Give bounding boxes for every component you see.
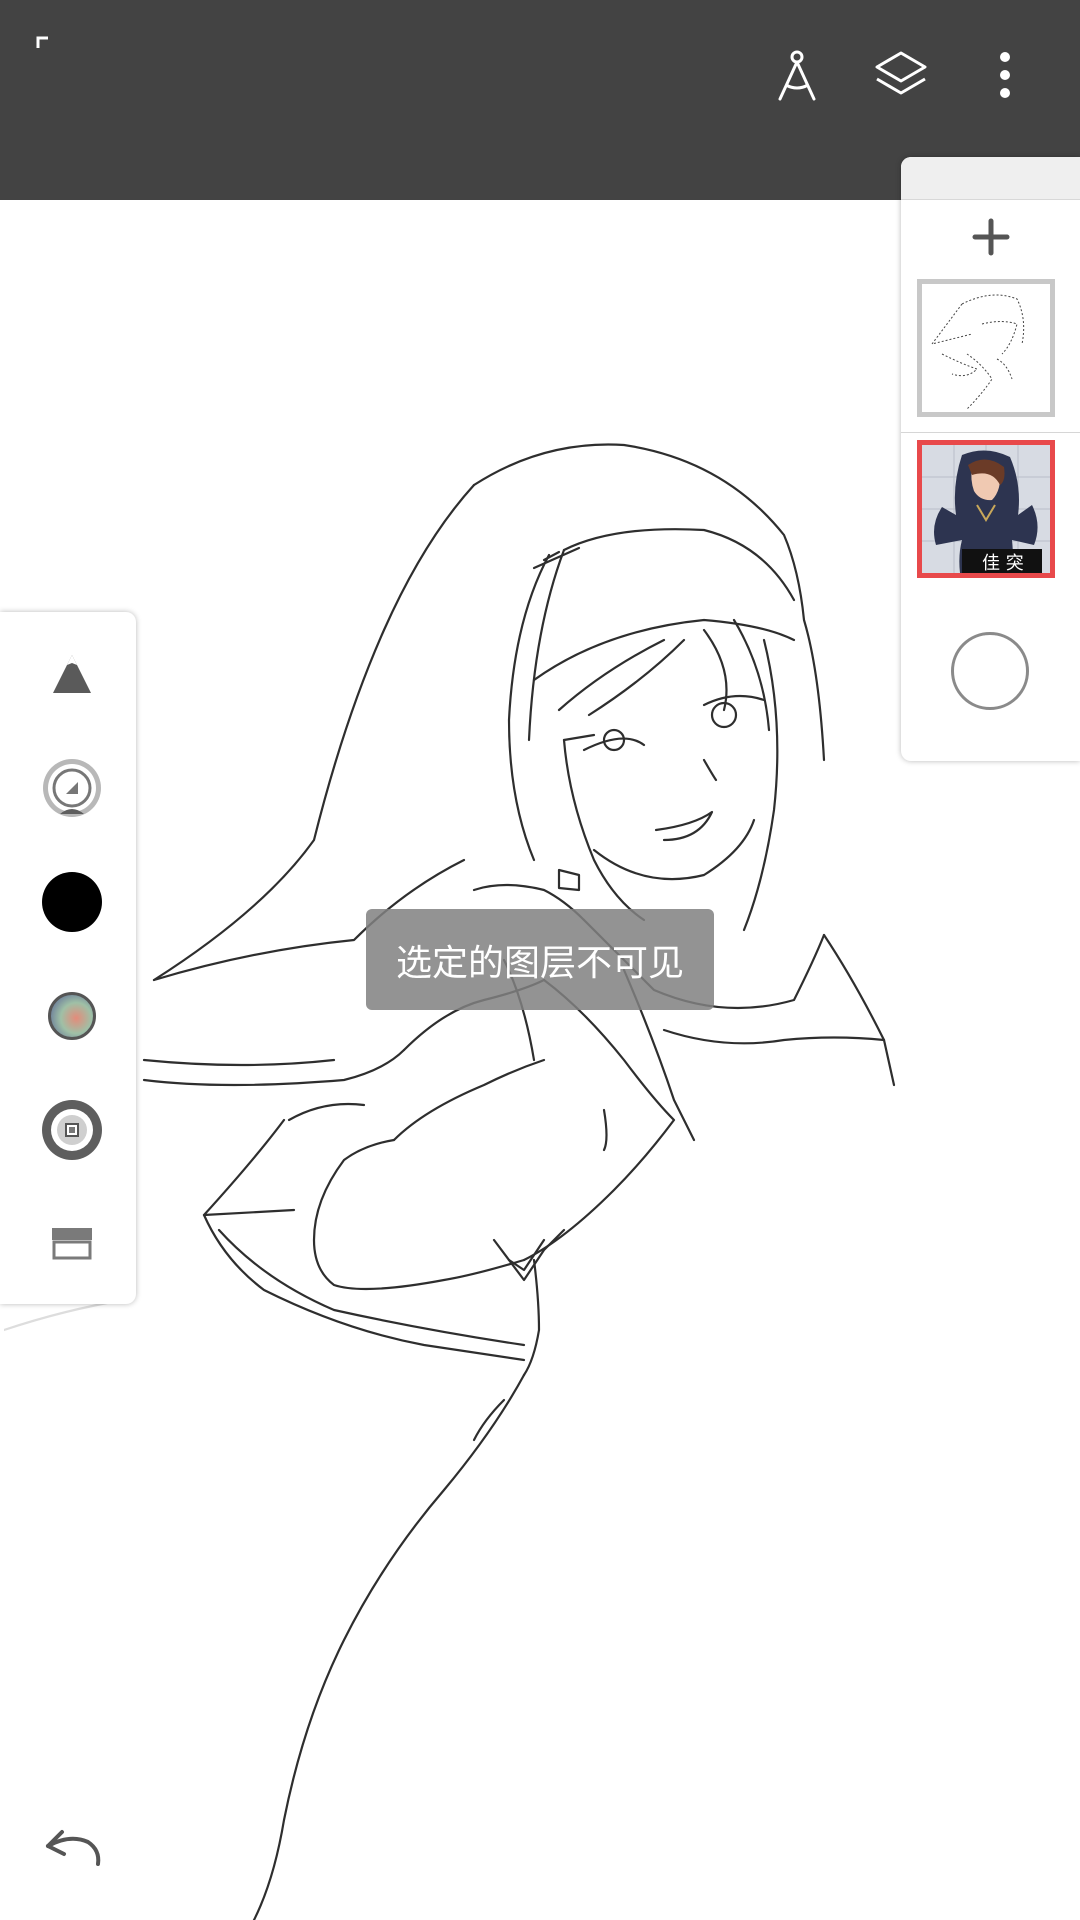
brush-shape-button[interactable] bbox=[38, 640, 106, 708]
layers-panel-header bbox=[901, 157, 1080, 200]
layers-icon bbox=[875, 51, 927, 95]
more-vert-icon bbox=[1000, 52, 1010, 98]
ruler-compass-icon bbox=[778, 50, 816, 101]
opacity-button[interactable] bbox=[38, 1096, 106, 1164]
opacity-icon bbox=[42, 1100, 102, 1160]
svg-text:佳 突: 佳 突 bbox=[982, 553, 1024, 573]
add-layer-button[interactable] bbox=[957, 203, 1025, 271]
color-picker-icon bbox=[48, 992, 96, 1040]
layers-button[interactable] bbox=[866, 40, 936, 110]
layer-separator bbox=[901, 432, 1080, 433]
more-options-button[interactable] bbox=[970, 40, 1040, 110]
color-picker-button[interactable] bbox=[38, 982, 106, 1050]
sketch-thumbnail-image bbox=[930, 294, 1025, 410]
color-swatch-icon bbox=[42, 872, 102, 932]
color-swatch-button[interactable] bbox=[38, 868, 106, 936]
brush-size-icon bbox=[43, 759, 101, 817]
fill-icon bbox=[52, 1228, 92, 1260]
left-tool-panel bbox=[0, 612, 136, 1304]
layer-mode-button[interactable] bbox=[951, 632, 1029, 710]
layers-panel: 佳 突 bbox=[901, 157, 1080, 761]
reference-thumbnail-image: 佳 突 bbox=[922, 445, 1050, 573]
fill-button[interactable] bbox=[38, 1210, 106, 1278]
layer-thumbnail-sketch[interactable] bbox=[917, 279, 1055, 417]
ruler-compass-button[interactable] bbox=[762, 40, 832, 110]
corner-bracket-icon[interactable] bbox=[36, 36, 50, 50]
layer-thumbnail-reference[interactable]: 佳 突 bbox=[917, 440, 1055, 578]
undo-icon[interactable] bbox=[40, 1820, 104, 1876]
toast-message: 选定的图层不可见 bbox=[366, 909, 714, 1010]
brush-shape-icon bbox=[53, 655, 91, 693]
brush-size-button[interactable] bbox=[38, 754, 106, 822]
plus-icon bbox=[972, 218, 1010, 256]
